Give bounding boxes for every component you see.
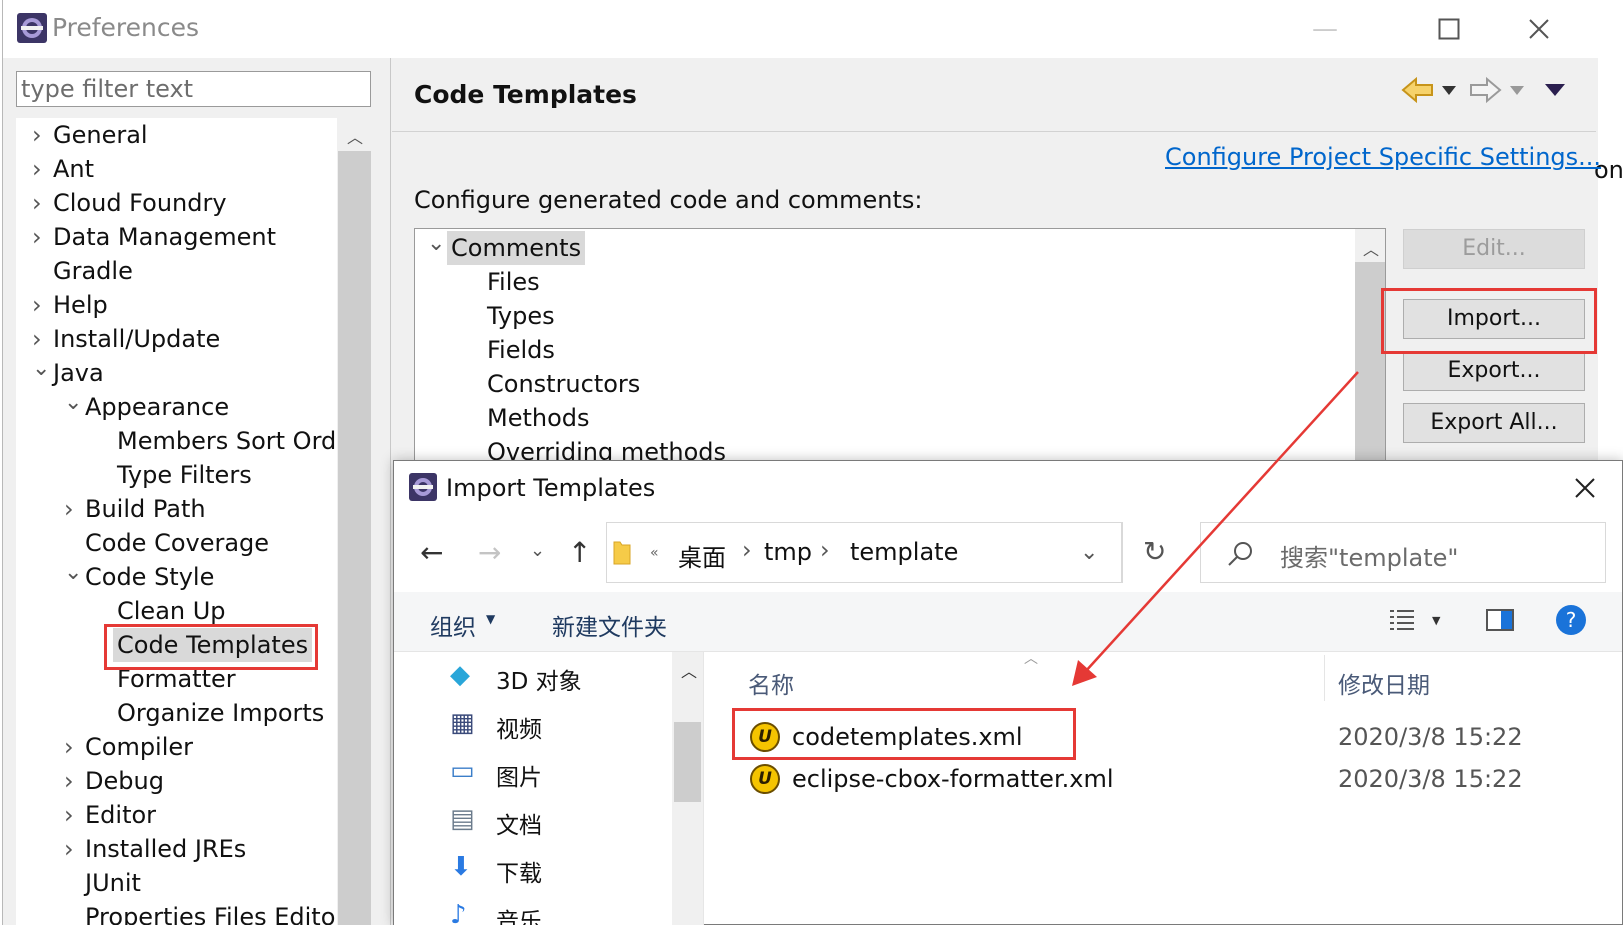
annotation-arrow	[1072, 371, 1359, 686]
